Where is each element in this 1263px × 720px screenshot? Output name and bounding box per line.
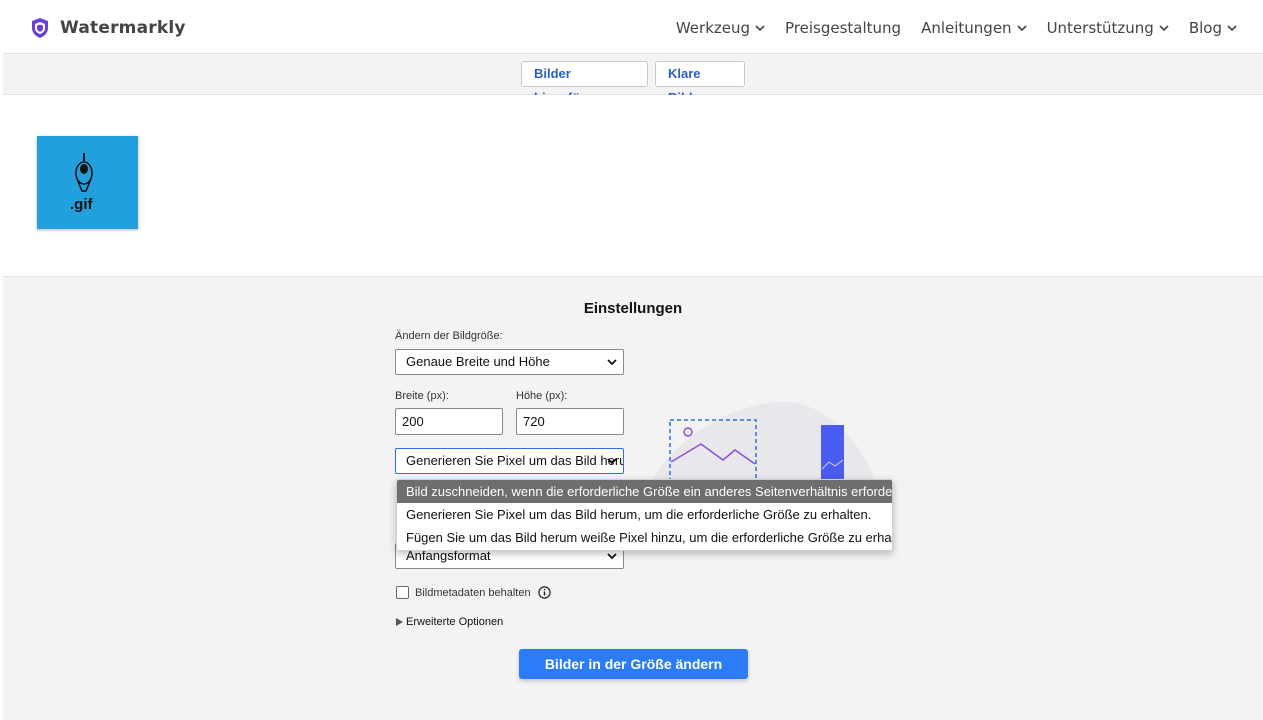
width-label: Breite (px): [395,390,449,402]
fit-option-white[interactable]: Fügen Sie um das Bild herum weiße Pixel … [397,526,892,549]
nav-item-label: Unterstützung [1046,19,1154,37]
add-images-button[interactable]: Bilder hinzufügen [521,61,648,105]
settings-panel: Einstellungen Ändern der Bildgröße: Gena… [3,277,1263,720]
main-nav: Werkzeug Preisgestaltung Anleitungen Unt… [676,19,1237,37]
keep-metadata-label: Bildmetadaten behalten [415,587,531,599]
info-icon[interactable] [538,586,551,599]
brand-logo[interactable]: Watermarkly [30,17,186,39]
nav-item-label: Preisgestaltung [785,19,902,37]
fit-option-generate[interactable]: Generieren Sie Pixel um das Bild herum, … [397,503,892,526]
thumb-label: .gif [70,196,93,213]
height-label: Höhe (px): [516,390,568,402]
resize-mode-label: Ändern der Bildgröße: [395,330,503,342]
chevron-down-icon [607,359,617,366]
width-input[interactable]: 200 [395,408,503,435]
image-list: .gif [3,95,1263,277]
settings-title: Einstellungen [583,300,683,317]
nav-item-werkzeug[interactable]: Werkzeug [676,19,765,37]
advanced-options-label: Erweiterte Optionen [406,616,504,628]
chevron-down-icon [607,458,617,465]
nav-item-preisgestaltung[interactable]: Preisgestaltung [785,19,901,37]
nav-item-anleitungen[interactable]: Anleitungen [921,19,1027,37]
chevron-down-icon [1159,25,1169,32]
fit-mode-select[interactable]: Generieren Sie Pixel um das Bild herum, … [395,448,624,474]
expand-triangle-icon [396,618,403,626]
select-value: Genaue Breite und Höhe [406,354,550,369]
nav-item-unterstuetzung[interactable]: Unterstützung [1047,19,1169,37]
fit-option-crop[interactable]: Bild zuschneiden, wenn die erforderliche… [397,480,892,503]
brand-name: Watermarkly [60,18,186,38]
nav-item-label: Anleitungen [921,19,1012,37]
nav-item-label: Blog [1188,19,1222,37]
image-thumbnail[interactable]: .gif [37,136,138,229]
advanced-options-toggle[interactable]: Erweiterte Optionen [396,616,503,628]
fit-mode-options: Bild zuschneiden, wenn die erforderliche… [396,479,893,551]
shield-icon [32,18,48,38]
height-input[interactable]: 720 [516,408,624,435]
keep-metadata-checkbox[interactable] [396,586,409,599]
chevron-down-icon [1227,25,1237,32]
nav-item-label: Werkzeug [675,19,751,37]
clear-images-button[interactable]: Klare Bilder [655,61,745,105]
select-value: Generieren Sie Pixel um das Bild herum, … [406,453,623,468]
gif-file-icon: .gif [70,152,93,213]
nav-item-blog[interactable]: Blog [1189,19,1237,37]
chevron-down-icon [755,25,765,32]
chevron-down-icon [1016,25,1027,32]
resize-images-button[interactable]: Bilder in der Größe ändern [519,649,748,679]
resize-mode-select[interactable]: Genaue Breite und Höhe [395,349,624,375]
image-toolbar: Bilder hinzufügen Klare Bilder [3,54,1263,105]
top-navbar: Watermarkly Werkzeug Preisgestaltung Anl… [3,3,1263,54]
chevron-down-icon [607,553,617,560]
